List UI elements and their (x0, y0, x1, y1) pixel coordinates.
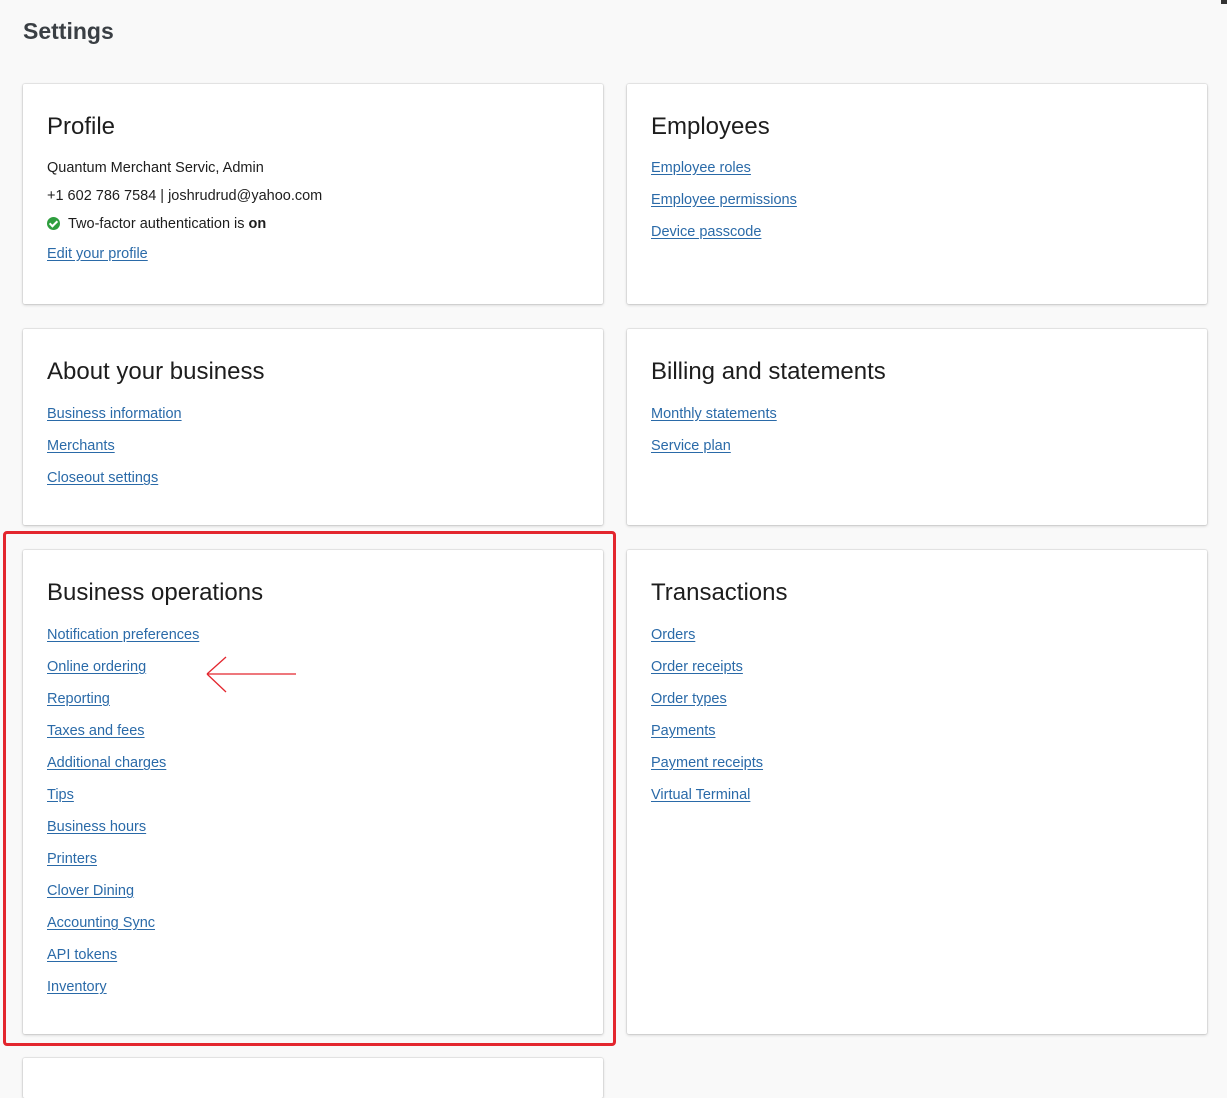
order-types-link[interactable]: Order types (651, 690, 1183, 722)
profile-contact: +1 602 786 7584 | joshrudrud@yahoo.com (47, 188, 323, 204)
online-ordering-link[interactable]: Online ordering (47, 658, 579, 690)
device-passcode-link[interactable]: Device passcode (651, 223, 1183, 255)
about-business-card-title: About your business (47, 358, 265, 385)
transactions-card-title: Transactions (651, 579, 788, 606)
left-arrow-icon (206, 656, 296, 693)
payments-link[interactable]: Payments (651, 722, 1183, 754)
taxes-and-fees-link[interactable]: Taxes and fees (47, 722, 579, 754)
clover-dining-link[interactable]: Clover Dining (47, 882, 579, 914)
window-edge-marker (1221, 0, 1227, 4)
next-card-partial (23, 1058, 603, 1098)
notification-preferences-link[interactable]: Notification preferences (47, 626, 579, 658)
monthly-statements-link[interactable]: Monthly statements (651, 405, 1183, 437)
orders-link[interactable]: Orders (651, 626, 1183, 658)
accounting-sync-link[interactable]: Accounting Sync (47, 914, 579, 946)
business-information-link[interactable]: Business information (47, 405, 579, 437)
printers-link[interactable]: Printers (47, 850, 579, 882)
employees-card-title: Employees (651, 113, 770, 140)
twofa-status: on (248, 216, 267, 232)
profile-name: Quantum Merchant Servic, Admin (47, 160, 264, 176)
employees-card: Employees Employee roles Employee permis… (627, 84, 1207, 304)
profile-card-title: Profile (47, 113, 116, 140)
payment-receipts-link[interactable]: Payment receipts (651, 754, 1183, 786)
transactions-card: Transactions Orders Order receipts Order… (627, 550, 1207, 1034)
order-receipts-link[interactable]: Order receipts (651, 658, 1183, 690)
edit-profile-link[interactable]: Edit your profile (47, 245, 579, 277)
reporting-link[interactable]: Reporting (47, 690, 579, 722)
inventory-link[interactable]: Inventory (47, 978, 579, 1010)
twofa-status-line: Two-factor authentication is on (47, 215, 579, 243)
page-title: Settings (23, 18, 114, 44)
profile-card: Profile Quantum Merchant Servic, Admin +… (23, 84, 603, 304)
employee-roles-link[interactable]: Employee roles (651, 159, 1183, 191)
tips-link[interactable]: Tips (47, 786, 579, 818)
additional-charges-link[interactable]: Additional charges (47, 754, 579, 786)
merchants-link[interactable]: Merchants (47, 437, 579, 469)
api-tokens-link[interactable]: API tokens (47, 946, 579, 978)
closeout-settings-link[interactable]: Closeout settings (47, 469, 579, 501)
business-hours-link[interactable]: Business hours (47, 818, 579, 850)
billing-card: Billing and statements Monthly statement… (627, 329, 1207, 525)
billing-card-title: Billing and statements (651, 358, 886, 385)
check-circle-icon (47, 217, 60, 230)
business-operations-card: Business operations Notification prefere… (23, 550, 603, 1034)
about-business-card: About your business Business information… (23, 329, 603, 525)
virtual-terminal-link[interactable]: Virtual Terminal (651, 786, 1183, 818)
employee-permissions-link[interactable]: Employee permissions (651, 191, 1183, 223)
business-operations-card-title: Business operations (47, 579, 264, 606)
twofa-label: Two-factor authentication is (68, 216, 249, 232)
service-plan-link[interactable]: Service plan (651, 437, 1183, 469)
